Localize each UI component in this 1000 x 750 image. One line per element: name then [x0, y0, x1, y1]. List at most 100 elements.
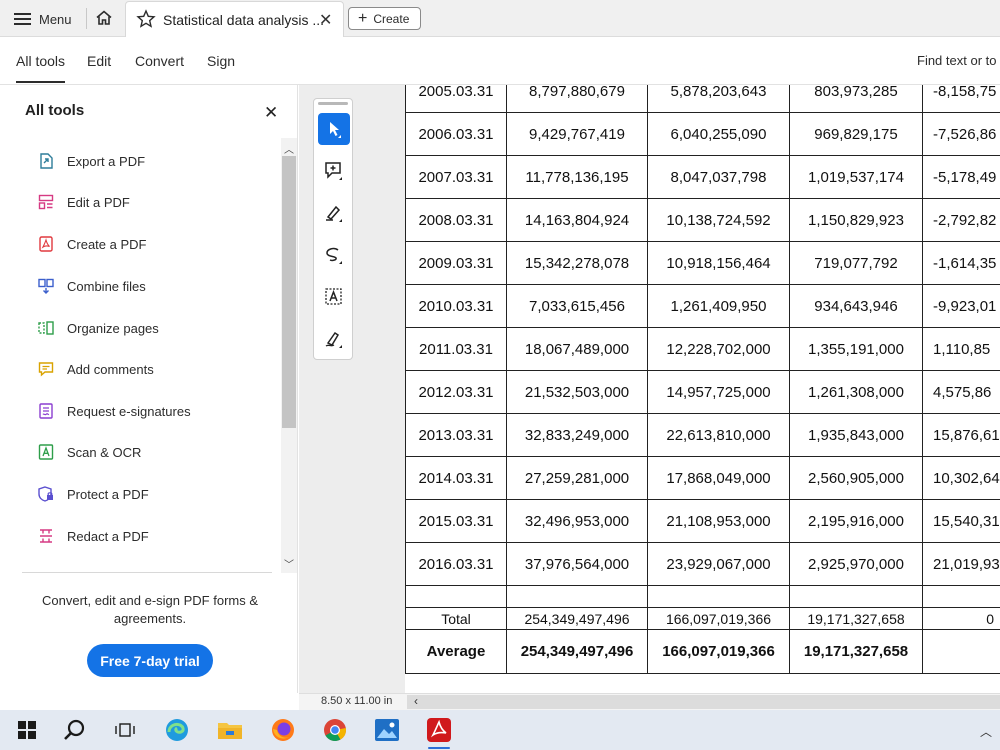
table-cell: [922, 585, 1000, 608]
table-blank-row: [405, 585, 1000, 608]
scroll-left-icon[interactable]: ‹: [414, 694, 418, 708]
create-button[interactable]: + Create: [348, 7, 421, 30]
table-cell: 2008.03.31: [405, 198, 507, 242]
table-cell: 8,047,037,798: [647, 155, 790, 199]
horizontal-scrollbar[interactable]: [407, 695, 1000, 709]
table-cell: 27,259,281,000: [506, 456, 648, 500]
acrobat-taskbar-icon[interactable]: [424, 715, 454, 749]
select-tool-button[interactable]: [318, 113, 350, 145]
panel-close-icon[interactable]: ✕: [264, 103, 278, 123]
table-cell: 1,355,191,000: [789, 327, 923, 371]
star-icon[interactable]: [136, 9, 156, 29]
table-cell: 11,778,136,195: [506, 155, 648, 199]
draw-tool-button[interactable]: [318, 239, 350, 271]
tool-label: Protect a PDF: [67, 486, 149, 502]
tool-add-comments[interactable]: Add comments: [37, 358, 154, 380]
free-trial-button[interactable]: Free 7-day trial: [87, 644, 213, 677]
table-row: 2009.03.31 15,342,278,078 10,918,156,464 71…: [405, 241, 1000, 285]
tool-label: Redact a PDF: [67, 528, 149, 544]
table-cell: 19,171,327,658: [789, 607, 923, 630]
tool-create-pdf[interactable]: Create a PDF: [37, 233, 146, 255]
close-tab-icon[interactable]: ✕: [319, 10, 332, 30]
panel-divider: [22, 572, 272, 573]
menu-button[interactable]: Menu: [14, 9, 72, 29]
document-viewport[interactable]: 2005.03.31 8,797,880,679 5,878,203,643 803,…: [299, 85, 1000, 693]
tool-export-pdf[interactable]: Export a PDF: [37, 150, 145, 172]
panel-title: All tools: [25, 102, 85, 119]
table-cell: Total: [405, 607, 507, 630]
combine-files-icon: [38, 278, 54, 294]
find-text-input[interactable]: Find text or to: [917, 53, 996, 68]
highlight-tool-button[interactable]: [318, 197, 350, 229]
table-row: 2010.03.31 7,033,615,456 1,261,409,950 934,…: [405, 284, 1000, 328]
table-cell: [405, 585, 507, 608]
tool-request-esignatures[interactable]: Request e-signatures: [37, 400, 191, 422]
table-cell: 32,833,249,000: [506, 413, 648, 457]
acrobat-window: Menu Statistical data analysis ... ✕ + C…: [0, 0, 1000, 750]
edge-browser-icon[interactable]: [162, 715, 192, 745]
document-tab[interactable]: Statistical data analysis ... ✕: [125, 1, 344, 37]
table-cell: 32,496,953,000: [506, 499, 648, 543]
scan-ocr-icon: [38, 444, 54, 460]
plus-icon: +: [358, 9, 368, 27]
firefox-icon[interactable]: [268, 715, 298, 745]
edit-pdf-icon: [38, 194, 54, 210]
text-select-tool-button[interactable]: [318, 281, 350, 313]
table-cell: 14,163,804,924: [506, 198, 648, 242]
table-cell: 2013.03.31: [405, 413, 507, 457]
table-cell: -5,178,49: [922, 155, 1000, 199]
table-cell: 12,228,702,000: [647, 327, 790, 371]
table-cell: 2009.03.31: [405, 241, 507, 285]
request-esignatures-icon: [39, 403, 53, 419]
system-tray-expand-icon[interactable]: ︿: [980, 723, 992, 740]
data-table: 2005.03.31 8,797,880,679 5,878,203,643 803,…: [405, 85, 1000, 674]
table-cell: -9,923,01: [922, 284, 1000, 328]
table-cell: 2007.03.31: [405, 155, 507, 199]
comment-tool-button[interactable]: [318, 155, 350, 187]
table-cell: 2,195,916,000: [789, 499, 923, 543]
file-explorer-icon[interactable]: [215, 715, 245, 745]
table-cell: -8,158,75: [922, 85, 1000, 113]
scrollbar-thumb[interactable]: [282, 156, 296, 428]
fill-sign-tool-button[interactable]: [318, 323, 350, 355]
tool-redact-pdf[interactable]: Redact a PDF: [37, 525, 149, 547]
table-cell: 10,302,64: [922, 456, 1000, 500]
tool-protect-pdf[interactable]: Protect a PDF: [37, 483, 149, 505]
table-cell: [789, 585, 923, 608]
table-cell: 14,957,725,000: [647, 370, 790, 414]
scroll-up-icon[interactable]: ︿: [284, 141, 294, 156]
chrome-icon[interactable]: [320, 715, 350, 745]
tab-convert[interactable]: Convert: [135, 53, 184, 69]
add-comments-icon: [38, 362, 54, 377]
table-cell: 803,973,285: [789, 85, 923, 113]
windows-start-icon[interactable]: [12, 715, 42, 745]
draw-freeform-icon: [326, 247, 342, 264]
tool-label: Organize pages: [67, 320, 159, 336]
table-cell: 21,532,503,000: [506, 370, 648, 414]
table-cell: -1,614,35: [922, 241, 1000, 285]
task-view-icon[interactable]: [110, 715, 140, 745]
scroll-down-icon[interactable]: ﹀: [284, 556, 294, 571]
toolbar-grip[interactable]: [318, 102, 348, 105]
search-icon[interactable]: [60, 715, 90, 745]
tool-scan-ocr[interactable]: Scan & OCR: [37, 441, 141, 463]
table-cell: 37,976,564,000: [506, 542, 648, 586]
table-cell: 1,261,308,000: [789, 370, 923, 414]
table-cell: 2012.03.31: [405, 370, 507, 414]
tool-organize-pages[interactable]: Organize pages: [37, 317, 159, 339]
panel-scrollbar[interactable]: ︿ ﹀: [281, 138, 297, 573]
home-icon[interactable]: [94, 8, 114, 28]
tab-edit[interactable]: Edit: [87, 53, 111, 69]
tool-combine-files[interactable]: Combine files: [37, 275, 146, 297]
tab-sign[interactable]: Sign: [207, 53, 235, 69]
table-cell: -2,792,82: [922, 198, 1000, 242]
photos-icon[interactable]: [372, 715, 402, 745]
tool-edit-pdf[interactable]: Edit a PDF: [37, 191, 130, 213]
table-cell: 2006.03.31: [405, 112, 507, 156]
table-row: 2005.03.31 8,797,880,679 5,878,203,643 803,…: [405, 85, 1000, 113]
create-pdf-icon: [39, 236, 53, 252]
tab-all-tools[interactable]: All tools: [16, 53, 66, 83]
table-cell: 719,077,792: [789, 241, 923, 285]
table-cell: 1,261,409,950: [647, 284, 790, 328]
table-cell: 2,925,970,000: [789, 542, 923, 586]
